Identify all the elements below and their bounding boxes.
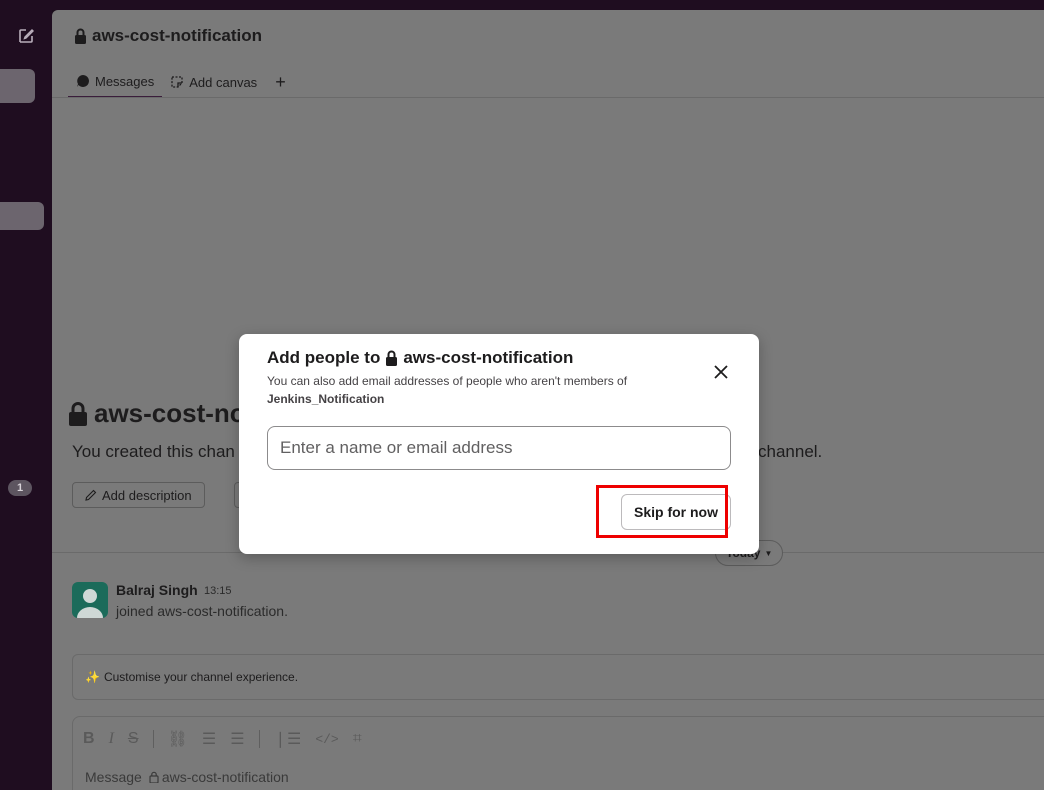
link-icon[interactable]: ⛓ bbox=[168, 729, 188, 749]
close-icon bbox=[714, 365, 728, 379]
sidebar-item-active[interactable] bbox=[0, 69, 35, 103]
channel-intro-description: You created this chan bbox=[72, 442, 235, 461]
channel-name: aws-cost-notification bbox=[92, 26, 263, 45]
add-description-button[interactable]: Add description bbox=[72, 482, 205, 508]
composer-placeholder[interactable]: Message aws-cost-notification bbox=[85, 769, 289, 785]
canvas-icon bbox=[171, 76, 183, 88]
lock-icon bbox=[149, 771, 159, 783]
add-description-label: Add description bbox=[102, 487, 192, 503]
channel-intro-title: aws-cost-no bbox=[68, 398, 246, 429]
people-search-input[interactable] bbox=[267, 426, 731, 470]
top-strip bbox=[52, 0, 1044, 10]
workspace-name: Jenkins_Notification bbox=[267, 392, 385, 406]
tab-messages-label: Messages bbox=[95, 73, 155, 89]
bulleted-list-icon[interactable]: ☰ bbox=[230, 729, 244, 749]
skip-for-now-button[interactable]: Skip for now bbox=[621, 494, 731, 530]
code-block-icon[interactable]: ⌗ bbox=[353, 730, 362, 748]
modal-title-prefix: Add people to bbox=[267, 348, 381, 367]
avatar[interactable] bbox=[72, 582, 108, 618]
unread-badge: 1 bbox=[8, 480, 32, 496]
channel-intro-name: aws-cost-no bbox=[94, 398, 246, 428]
channel-intro-description-end: channel. bbox=[758, 442, 823, 461]
add-people-modal: Add people to aws-cost-notification You … bbox=[239, 334, 759, 554]
message-author[interactable]: Balraj Singh bbox=[116, 582, 198, 598]
message-composer[interactable]: B I S ⛓ ☰ ☰ ❘☰ </> ⌗ Message aws-cost-no… bbox=[72, 716, 1044, 790]
modal-title: Add people to aws-cost-notification bbox=[267, 348, 573, 368]
message-bubble-icon bbox=[77, 75, 89, 87]
bold-icon[interactable]: B bbox=[83, 730, 95, 748]
composer-placeholder-channel: aws-cost-notification bbox=[161, 769, 289, 785]
toolbar-separator bbox=[152, 730, 154, 748]
sidebar-item-selected[interactable] bbox=[0, 202, 44, 230]
channel-tabs: Messages Add canvas + bbox=[68, 66, 296, 98]
ordered-list-icon[interactable]: ☰ bbox=[202, 729, 216, 749]
italic-icon[interactable]: I bbox=[109, 730, 114, 748]
compose-icon[interactable] bbox=[14, 24, 38, 48]
workspace-sidebar: 1 bbox=[0, 0, 52, 790]
blockquote-icon[interactable]: ❘☰ bbox=[274, 729, 302, 749]
modal-title-channel: aws-cost-notification bbox=[403, 348, 574, 367]
sparkles-icon: ✨ bbox=[85, 670, 100, 684]
toolbar-separator bbox=[258, 730, 260, 748]
tab-add-canvas[interactable]: Add canvas bbox=[162, 66, 265, 98]
strikethrough-icon[interactable]: S bbox=[128, 730, 139, 748]
modal-subtitle: You can also add email addresses of peop… bbox=[267, 372, 687, 408]
composer-placeholder-prefix: Message bbox=[85, 769, 142, 785]
tab-messages[interactable]: Messages bbox=[68, 66, 163, 98]
lock-icon bbox=[75, 28, 86, 44]
formatting-toolbar: B I S ⛓ ☰ ☰ ❘☰ </> ⌗ bbox=[83, 729, 362, 749]
pencil-icon bbox=[85, 489, 97, 501]
code-icon[interactable]: </> bbox=[315, 732, 338, 747]
customise-channel-banner[interactable]: ✨ Customise your channel experience. bbox=[72, 654, 1044, 700]
customise-text: Customise your channel experience. bbox=[103, 670, 299, 684]
lock-icon bbox=[386, 350, 398, 366]
message-timestamp[interactable]: 13:15 bbox=[204, 585, 232, 597]
channel-header-title[interactable]: aws-cost-notification bbox=[74, 26, 262, 46]
add-tab-button[interactable]: + bbox=[265, 72, 296, 93]
lock-icon bbox=[69, 401, 87, 426]
tab-add-canvas-label: Add canvas bbox=[189, 74, 258, 90]
modal-subtitle-text: You can also add email addresses of peop… bbox=[267, 374, 628, 388]
close-button[interactable] bbox=[707, 358, 735, 386]
chevron-down-icon: ▼ bbox=[764, 548, 773, 558]
message-text: joined aws-cost-notification. bbox=[116, 603, 288, 619]
header-divider bbox=[52, 97, 1044, 98]
